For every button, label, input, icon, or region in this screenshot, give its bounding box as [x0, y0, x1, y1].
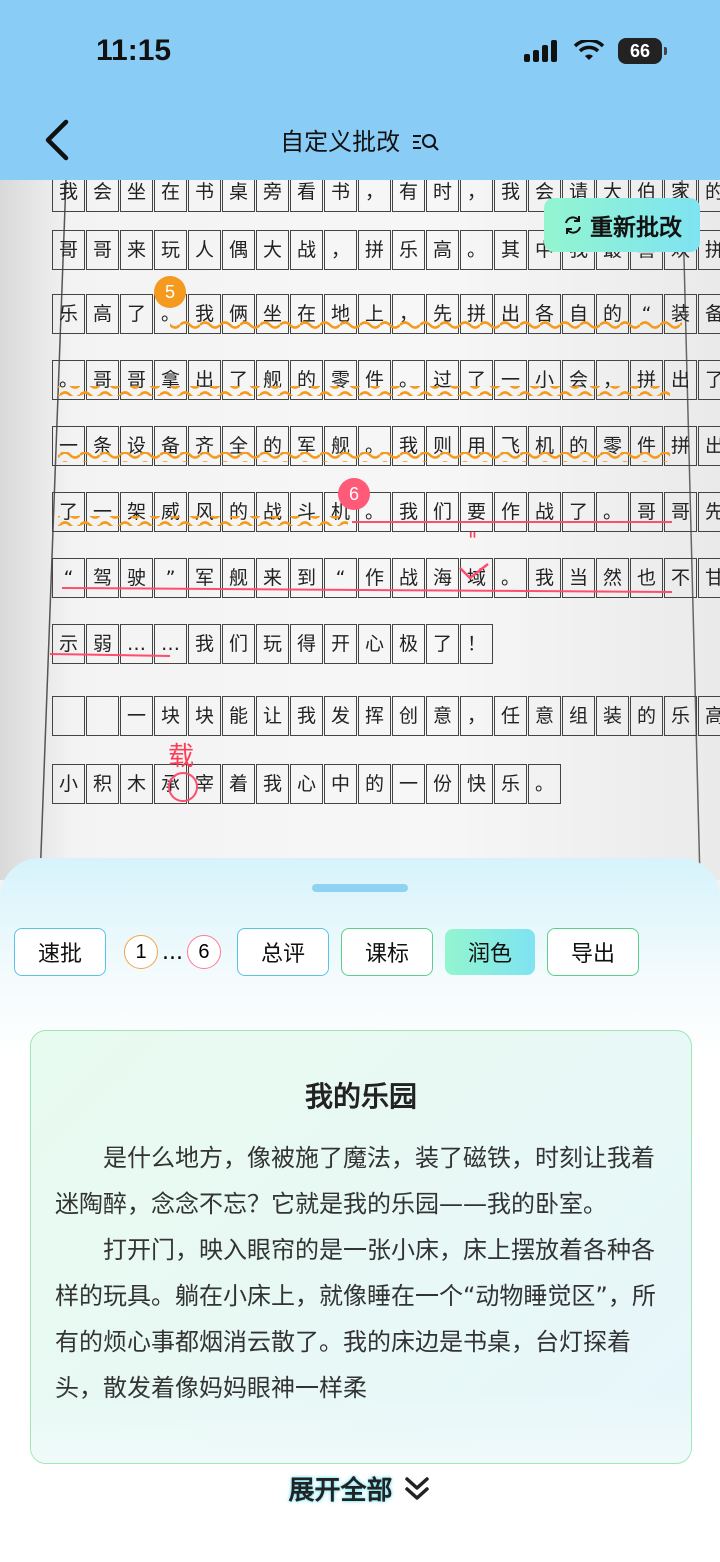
annotation-badge-6[interactable]: 6	[338, 478, 370, 510]
search-list-icon[interactable]	[412, 131, 440, 153]
status-bar: 11:15 66	[0, 0, 720, 100]
page-title-wrap: 自定义批改	[0, 122, 720, 157]
signal-icon	[524, 40, 557, 62]
essay-title: 我的乐园	[304, 1080, 417, 1113]
redo-grading-button[interactable]: 重新批改	[544, 198, 700, 252]
polished-essay-card: 我的乐园 是什么地方，像被施了魔法，装了磁铁，时刻让我着迷陶醉，念念不忘？它就是…	[30, 1030, 692, 1464]
quote-insert-mark: "	[468, 528, 478, 552]
curriculum-standard-label: 课标	[364, 942, 409, 967]
card-fade-overlay	[31, 1393, 691, 1463]
polish-button[interactable]: 润色	[444, 929, 535, 975]
refresh-icon	[565, 216, 581, 234]
toolbar: 速批 1 ... 6 总评 课标 润色 导出	[14, 928, 639, 976]
essay-paragraph-2: 打开门，映入眼帘的是一张小床，床上摆放着各种各样的玩具。躺在小床上，就像睡在一个…	[55, 1236, 656, 1402]
wavy-annotations	[49, 320, 682, 802]
quick-grade-button[interactable]: 速批	[14, 928, 106, 976]
battery-icon: 66	[618, 38, 667, 64]
annotation-range: 1 ... 6	[124, 935, 221, 969]
annotation-ellipsis: ...	[162, 939, 183, 965]
annotation-first-button[interactable]: 1	[124, 935, 158, 969]
annotation-first-label: 1	[135, 940, 147, 963]
curriculum-standard-button[interactable]: 课标	[340, 928, 433, 976]
bottom-sheet: 速批 1 ... 6 总评 课标 润色 导出 我的乐园 是什么地方，像被施了魔法…	[0, 858, 720, 1562]
overall-review-button[interactable]: 总评	[236, 928, 329, 976]
expand-all-label: 展开全部	[288, 1476, 393, 1506]
essay-photo: 我会坐在书桌旁看书，有时，我会请大伯家的 哥哥来玩人偶大战，拼乐高。其中我最喜欢…	[0, 180, 720, 880]
annotation-last-button[interactable]: 6	[186, 935, 221, 969]
expand-all-button[interactable]: 展开全部	[0, 1470, 720, 1507]
nav-header: 自定义批改	[0, 100, 720, 180]
status-icons: 66	[524, 38, 667, 64]
overall-review-label: 总评	[260, 942, 305, 967]
export-label: 导出	[570, 942, 615, 967]
export-button[interactable]: 导出	[546, 928, 639, 976]
status-time: 11:15	[96, 34, 172, 67]
wifi-icon	[574, 40, 604, 60]
annotation-badge-5[interactable]: 5	[154, 276, 186, 308]
sheet-drag-handle[interactable]	[312, 884, 408, 892]
polish-label: 润色	[467, 942, 512, 967]
double-chevron-down-icon	[404, 1477, 429, 1500]
correction-text: 载	[168, 742, 195, 772]
quick-grade-label: 速批	[37, 942, 82, 967]
page-title: 自定义批改	[280, 128, 401, 156]
essay-paragraph-1: 是什么地方，像被施了魔法，装了磁铁，时刻让我着迷陶醉，念念不忘？它就是我的乐园—…	[55, 1144, 655, 1218]
redo-grading-label: 重新批改	[590, 215, 682, 241]
essay-body: 是什么地方，像被施了魔法，装了磁铁，时刻让我着迷陶醉，念念不忘？它就是我的乐园—…	[55, 1135, 667, 1411]
annotation-last-label: 6	[198, 940, 210, 963]
